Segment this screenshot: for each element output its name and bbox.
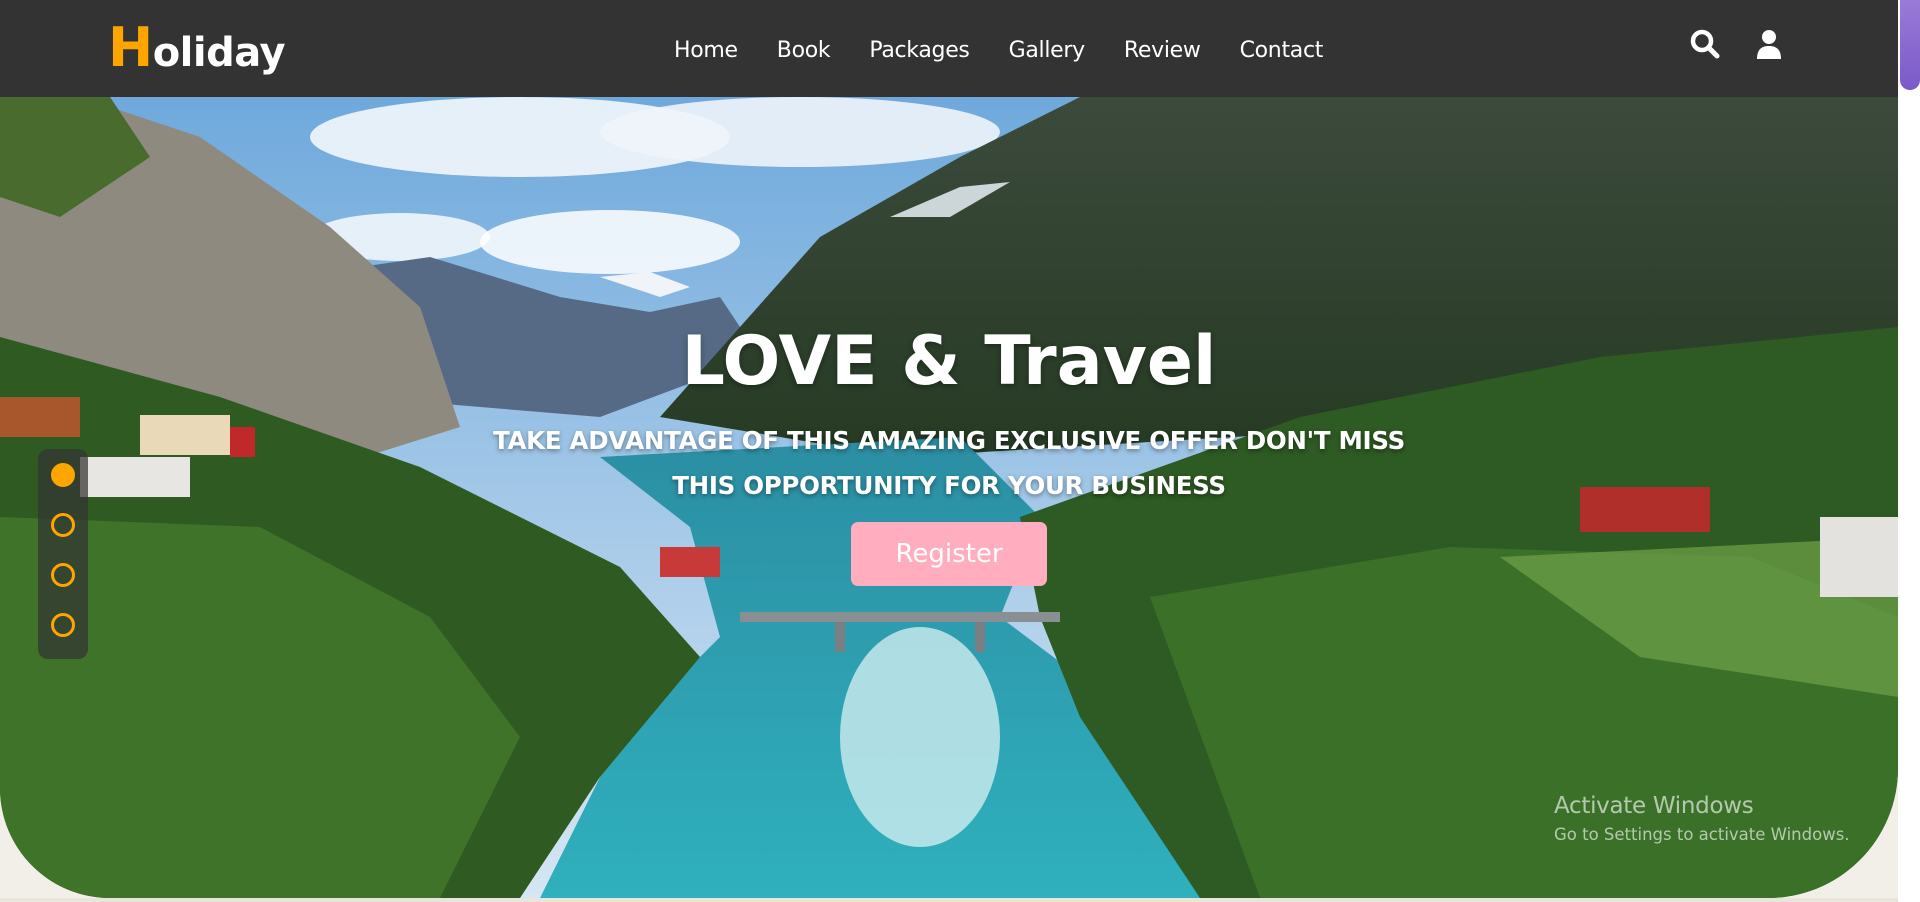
nav-contact[interactable]: Contact	[1240, 33, 1324, 69]
logo-initial: H	[108, 16, 153, 79]
hero-title: LOVE & Travel	[681, 322, 1217, 401]
nav-review[interactable]: Review	[1124, 33, 1201, 69]
hero-banner: LOVE & Travel TAKE ADVANTAGE OF THIS AMA…	[0, 97, 1898, 898]
watermark-subtitle: Go to Settings to activate Windows.	[1554, 825, 1850, 844]
slide-dot-3[interactable]	[51, 563, 75, 587]
scrollbar[interactable]	[1898, 0, 1920, 902]
register-button[interactable]: Register	[851, 522, 1047, 586]
slide-dot-2[interactable]	[51, 513, 75, 537]
logo-text: oliday	[152, 30, 286, 76]
scrollbar-thumb[interactable]	[1900, 0, 1920, 90]
nav-gallery[interactable]: Gallery	[1009, 33, 1086, 69]
nav-packages[interactable]: Packages	[869, 33, 970, 69]
page: Holiday Home Book Packages Gallery Revie…	[0, 0, 1920, 902]
slider-panel	[38, 449, 88, 659]
brand-logo[interactable]: Holiday	[108, 16, 286, 85]
site-header: Holiday Home Book Packages Gallery Revie…	[0, 0, 1898, 97]
nav-home[interactable]: Home	[674, 33, 738, 69]
search-icon[interactable]	[1690, 28, 1720, 62]
header-icons	[1690, 28, 1784, 62]
slide-dot-4[interactable]	[51, 613, 75, 637]
hero-subtitle: TAKE ADVANTAGE OF THIS AMAZING EXCLUSIVE…	[493, 426, 1405, 500]
page-bottom-edge	[0, 898, 1898, 902]
windows-activation-watermark: Activate Windows Go to Settings to activ…	[1554, 793, 1850, 844]
nav-book[interactable]: Book	[777, 33, 831, 69]
slide-dot-1[interactable]	[51, 463, 75, 487]
main-nav: Home Book Packages Gallery Review Contac…	[674, 33, 1362, 69]
user-icon[interactable]	[1754, 28, 1784, 62]
watermark-title: Activate Windows	[1554, 793, 1754, 819]
